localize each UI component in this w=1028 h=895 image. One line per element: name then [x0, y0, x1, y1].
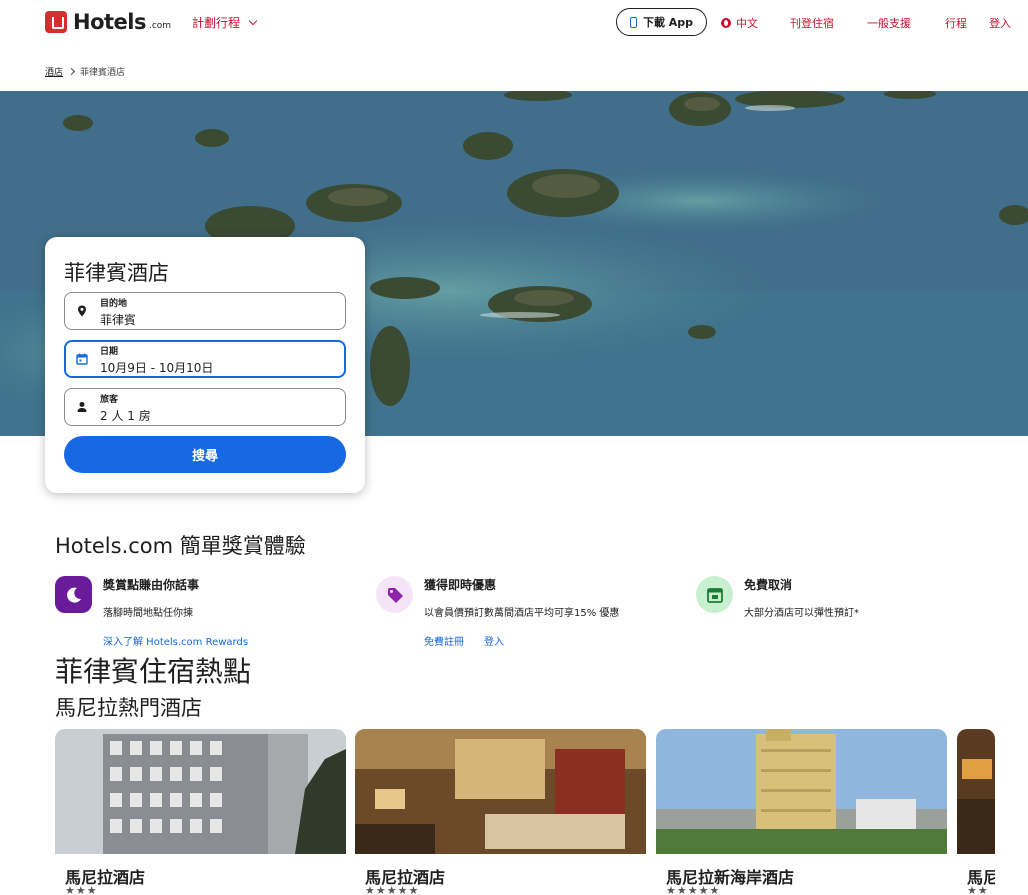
benefit-title: 獎賞點賺由你話事	[103, 578, 200, 592]
learn-rewards-link[interactable]: 深入了解 Hotels.com Rewards	[103, 633, 248, 648]
person-icon	[77, 402, 87, 412]
breadcrumb-hotels[interactable]: 酒店	[45, 65, 63, 78]
plan-trip-label: 計劃行程	[192, 16, 241, 30]
chevron-down-icon	[248, 16, 258, 25]
logo-text: Hotels	[73, 10, 146, 34]
hotels-logo-icon	[45, 11, 67, 33]
hotel-photo	[355, 729, 646, 854]
search-form: 菲律賓酒店 目的地 菲律賓 日期 10月9日 - 10月10日 旅客 2 人 1…	[45, 237, 365, 493]
hotel-card[interactable]: 馬尼拉新海岸酒店 ★★★★★	[656, 729, 947, 895]
hotel-rating: ★★★	[65, 884, 98, 895]
destination-field[interactable]: 目的地 菲律賓	[64, 292, 346, 330]
travelers-field[interactable]: 旅客 2 人 1 房	[64, 388, 346, 426]
breadcrumb-current: 菲律賓酒店	[80, 68, 126, 78]
list-property-link[interactable]: 刊登住宿	[790, 15, 834, 31]
dates-field[interactable]: 日期 10月9日 - 10月10日	[64, 340, 346, 378]
benefit-desc: 落腳時間地點任你揀	[103, 608, 193, 619]
rewards-title: Hotels.com 簡單獎賞體驗	[55, 534, 306, 558]
hotel-card[interactable]: 馬尼 ★★	[957, 729, 995, 895]
hotel-rating: ★★★★★	[365, 884, 420, 895]
plan-trip-menu[interactable]: 計劃行程	[192, 14, 258, 31]
moon-icon	[55, 576, 92, 613]
location-pin-icon	[78, 305, 86, 317]
language-selector[interactable]: 中文	[721, 15, 758, 31]
destination-label: 目的地	[100, 299, 128, 309]
hotspots-subtitle: 馬尼拉熱門酒店	[55, 696, 202, 720]
breadcrumb: 酒店 菲律賓酒店	[45, 65, 125, 78]
hotel-card[interactable]: 馬尼拉酒店 ★★★★★	[355, 729, 646, 895]
dates-value: 10月9日 - 10月10日	[100, 361, 214, 375]
language-label: 中文	[736, 17, 758, 30]
support-link[interactable]: 一般支援	[867, 15, 911, 31]
logo-suffix: .com	[148, 21, 172, 31]
benefit-desc: 大部分酒店可以彈性預訂*	[744, 608, 859, 619]
hotel-photo	[957, 729, 995, 854]
sign-in-link[interactable]: 登入	[989, 15, 1011, 31]
hotel-photo	[656, 729, 947, 854]
benefit-desc: 以會員價預訂數萬間酒店平均可享15% 優惠	[424, 608, 620, 619]
hotels-logo[interactable]: Hotels .com	[45, 10, 171, 34]
search-button[interactable]: 搜尋	[64, 436, 346, 473]
benefit-title: 獲得即時優惠	[424, 578, 497, 592]
download-app-button[interactable]: 下載 App	[616, 8, 707, 36]
hotel-card[interactable]: 馬尼拉酒店 ★★★	[55, 729, 346, 895]
hotel-photo	[55, 729, 346, 854]
chevron-right-icon	[67, 67, 76, 76]
destination-value: 菲律賓	[100, 313, 137, 327]
globe-icon	[721, 18, 731, 28]
travelers-value: 2 人 1 房	[100, 409, 151, 423]
top-header: Hotels .com 計劃行程 下載 App 中文 刊登住宿 一般支援 行程 …	[0, 0, 1028, 48]
travelers-label: 旅客	[100, 395, 119, 405]
dates-label: 日期	[100, 347, 119, 357]
benefit-sign-in-link[interactable]: 登入	[484, 633, 504, 648]
calendar-icon	[76, 353, 88, 365]
calendar-check-icon	[696, 576, 733, 613]
tag-icon	[376, 576, 413, 613]
trips-link[interactable]: 行程	[945, 15, 967, 31]
download-app-label: 下載 App	[642, 16, 694, 29]
hotspots-title: 菲律賓住宿熱點	[55, 655, 252, 688]
phone-icon	[629, 16, 637, 28]
benefit-title: 免費取消	[744, 578, 793, 592]
hotel-rating: ★★★★★	[666, 884, 721, 895]
free-signup-link[interactable]: 免費註冊	[424, 633, 464, 648]
search-title: 菲律賓酒店	[64, 261, 169, 285]
hotel-rating: ★★	[967, 884, 989, 895]
